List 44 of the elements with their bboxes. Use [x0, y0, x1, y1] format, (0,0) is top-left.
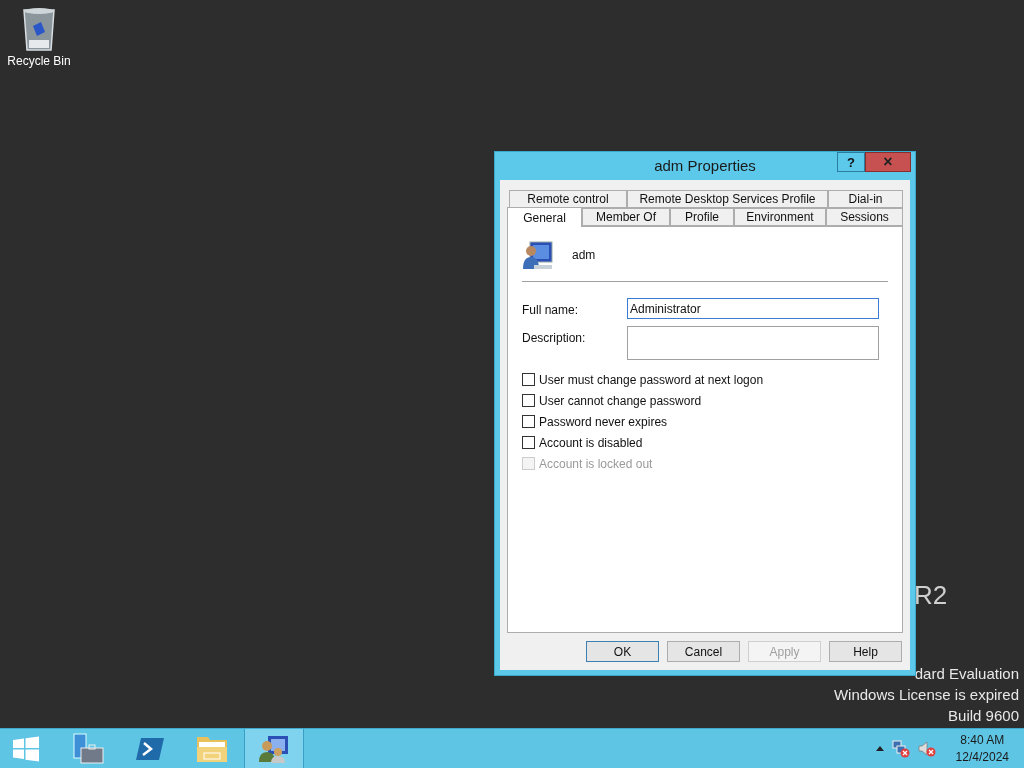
- clock-time[interactable]: 8:40 AM: [960, 731, 1005, 749]
- tab[interactable]: Remote Desktop Services Profile: [627, 190, 828, 208]
- network-error-icon[interactable]: [891, 739, 910, 758]
- dialog-button[interactable]: OK: [586, 641, 659, 662]
- tab[interactable]: Sessions: [826, 208, 903, 226]
- window-title: adm Properties: [654, 155, 756, 176]
- show-hidden-icons-icon[interactable]: [875, 746, 884, 751]
- checkbox[interactable]: [522, 436, 535, 449]
- branding-text: Windows License is expired: [833, 687, 1019, 702]
- server-manager-icon: [72, 732, 104, 765]
- field-label: Description:: [522, 330, 587, 347]
- field-label: Full name:: [522, 302, 580, 319]
- text-field[interactable]: Administrator: [627, 298, 879, 319]
- checkbox-label: Account is disabled: [539, 434, 643, 452]
- checkbox-label: User must change password at next logon: [539, 371, 764, 389]
- user-name: adm: [572, 247, 596, 264]
- tab[interactable]: Member Of: [582, 208, 670, 226]
- taskbar-button[interactable]: [244, 729, 304, 768]
- dialog-button[interactable]: Help: [829, 641, 902, 662]
- tab[interactable]: General: [507, 207, 582, 227]
- users-computer-icon: [258, 733, 290, 764]
- tab[interactable]: Profile: [670, 208, 734, 226]
- checkbox[interactable]: [522, 415, 535, 428]
- speaker-muted-icon[interactable]: [917, 739, 936, 758]
- clock-date[interactable]: 12/4/2024: [955, 748, 1009, 766]
- recycle-bin-icon[interactable]: [21, 6, 57, 52]
- checkbox-label: User cannot change password: [539, 392, 702, 410]
- checkbox[interactable]: [522, 373, 535, 386]
- dialog-button[interactable]: Cancel: [667, 641, 740, 662]
- close-button[interactable]: ×: [865, 152, 911, 172]
- branding-text: dard Evaluation: [914, 666, 1019, 681]
- text-field[interactable]: [627, 326, 879, 360]
- checkbox-label: Password never expires: [539, 413, 668, 431]
- tab[interactable]: Remote control: [509, 190, 627, 208]
- branding-text: R2: [914, 582, 948, 608]
- tab[interactable]: Environment: [734, 208, 826, 226]
- help-button[interactable]: ?: [837, 152, 865, 172]
- tab[interactable]: Dial-in: [828, 190, 903, 208]
- checkbox-label: Account is locked out: [539, 455, 653, 473]
- user-computer-icon: [522, 239, 554, 271]
- checkbox[interactable]: [522, 394, 535, 407]
- branding-text: Build 9600: [948, 708, 1019, 723]
- desktop-icon-label[interactable]: Recycle Bin: [7, 55, 71, 67]
- windows-logo-icon: [12, 734, 40, 763]
